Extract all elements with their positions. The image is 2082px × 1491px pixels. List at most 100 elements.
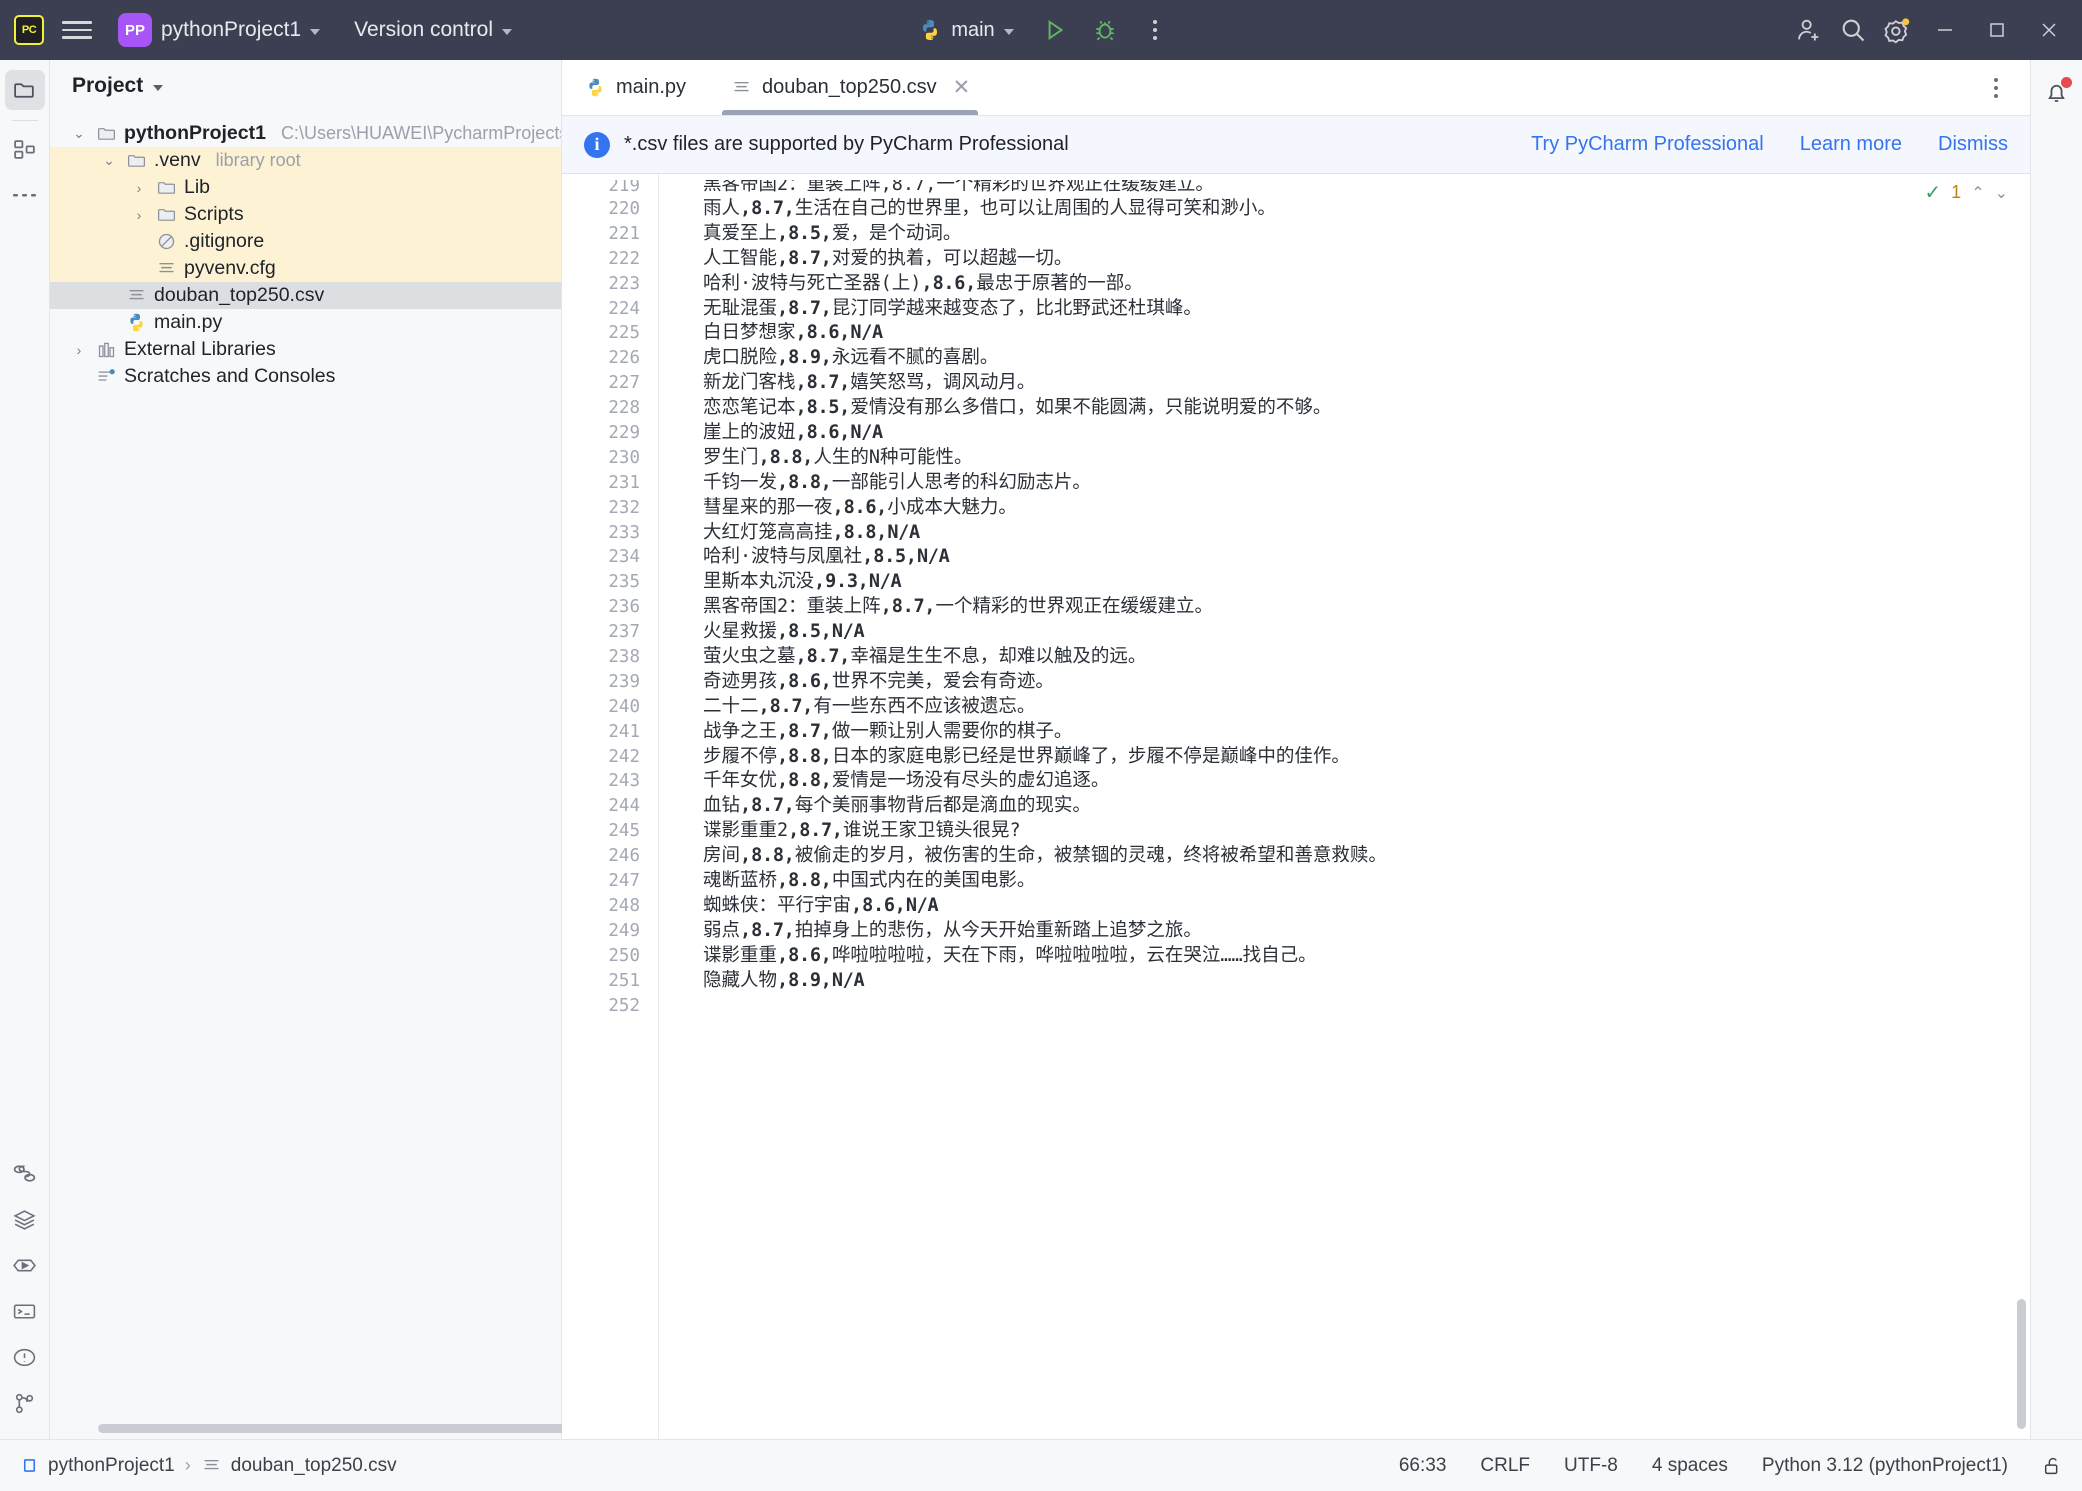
kebab-menu-icon[interactable] — [1978, 70, 2014, 106]
code-line[interactable]: 雨人,8.7,生活在自己的世界里，也可以让周围的人显得可笑和渺小。 — [703, 197, 2030, 222]
project-panel-header: Project — [50, 60, 561, 112]
structure-tool-icon[interactable] — [5, 129, 45, 169]
run-configuration-selector[interactable]: main — [908, 14, 1023, 46]
code-line[interactable]: 哈利·波特与凤凰社,8.5,N/A — [703, 545, 2030, 570]
code-line[interactable]: 房间,8.8,被偷走的岁月，被伤害的生命，被禁锢的灵魂，终将被希望和善意救赎。 — [703, 844, 2030, 869]
code-line[interactable]: 新龙门客栈,8.7,嬉笑怒骂，调风动月。 — [703, 371, 2030, 396]
code-line[interactable]: 血钻,8.7,每个美丽事物背后都是滴血的现实。 — [703, 794, 2030, 819]
code-line[interactable]: 谍影重重,8.6,哗啦啦啦啦，天在下雨，哗啦啦啦啦，云在哭泣……找自己。 — [703, 944, 2030, 969]
chevron-right-icon[interactable]: › — [130, 179, 148, 197]
services-icon[interactable] — [5, 1199, 45, 1239]
chevron-right-icon[interactable]: › — [70, 341, 88, 359]
code-line[interactable]: 大红灯笼高高挂,8.8,N/A — [703, 521, 2030, 546]
tree-item-scripts[interactable]: › Scripts — [50, 201, 561, 228]
breadcrumb-item-pythonproject1[interactable]: pythonProject1 — [18, 1455, 175, 1477]
csv-rating: 8.5 — [873, 546, 906, 568]
problems-icon[interactable] — [5, 1337, 45, 1377]
code-viewport[interactable]: 219 220 221 222 223 224 225 226 227 228 229 230 231 2… — [562, 174, 2030, 1439]
notifications-bell-icon[interactable] — [2037, 72, 2077, 112]
code-line[interactable]: 步履不停,8.8,日本的家庭电影已经是世界巅峰了，步履不停是巅峰中的佳作。 — [703, 745, 2030, 770]
tree-item-lib[interactable]: › Lib — [50, 174, 561, 201]
code-line[interactable]: 隐藏人物,8.9,N/A — [703, 969, 2030, 994]
code-line[interactable]: 恋恋笔记本,8.5,爱情没有那么多借口，如果不能圆满，只能说明爱的不够。 — [703, 396, 2030, 421]
tree-item-pyvenv-cfg[interactable]: pyvenv.cfg — [50, 255, 561, 282]
code-line[interactable] — [703, 994, 2030, 1019]
run-more-options-icon[interactable] — [1136, 11, 1174, 49]
project-panel-hscrollbar[interactable] — [98, 1424, 578, 1433]
file-encoding[interactable]: UTF-8 — [1564, 1455, 1618, 1477]
chevron-down-icon[interactable] — [153, 84, 164, 91]
left-tool-rail — [0, 60, 50, 1439]
csv-rating: 8.7 — [788, 720, 821, 742]
line-separator[interactable]: CRLF — [1480, 1455, 1530, 1477]
project-tool-icon[interactable] — [4, 70, 45, 110]
code-line[interactable]: 火星救援,8.5,N/A — [703, 620, 2030, 645]
code-line[interactable]: 萤火虫之墓,8.7,幸福是生生不息，却难以触及的远。 — [703, 645, 2030, 670]
tree-item-main-py[interactable]: main.py — [50, 309, 561, 336]
close-button[interactable] — [2026, 7, 2072, 53]
code-line[interactable]: 二十二,8.7,有一些东西不应该被遗忘。 — [703, 695, 2030, 720]
chevron-up-icon[interactable]: ⌃ — [1971, 183, 1984, 203]
chevron-down-icon[interactable]: ⌄ — [70, 125, 88, 143]
python-interpreter[interactable]: Python 3.12 (pythonProject1) — [1762, 1455, 2008, 1477]
project-selector[interactable]: PP pythonProject1 — [110, 8, 328, 52]
search-icon[interactable] — [1834, 11, 1872, 49]
version-control-menu[interactable]: Version control — [346, 13, 520, 47]
code-line[interactable]: 千钧一发,8.8,一部能引人思考的科幻励志片。 — [703, 471, 2030, 496]
hamburger-menu-icon[interactable] — [62, 19, 92, 41]
code-line[interactable]: 奇迹男孩,8.6,世界不完美，爱会有奇迹。 — [703, 670, 2030, 695]
unlocked-icon[interactable] — [2042, 1455, 2064, 1477]
caret-position[interactable]: 66:33 — [1399, 1455, 1447, 1477]
settings-gear-icon[interactable] — [1878, 11, 1916, 49]
project-tree[interactable]: ⌄ pythonProject1 C:\Users\HUAWEI\PycharmPr… — [50, 112, 561, 1439]
editor-tab-main-py[interactable]: main.py — [562, 60, 708, 115]
code-line[interactable]: 白日梦想家,8.6,N/A — [703, 321, 2030, 346]
notification-link-try-pycharm-professional[interactable]: Try PyCharm Professional — [1531, 133, 1764, 156]
code-line[interactable]: 谍影重重2,8.7,谁说王家卫镜头很晃? — [703, 819, 2030, 844]
tree-item-pythonproject1[interactable]: ⌄ pythonProject1 C:\Users\HUAWEI\PycharmPr… — [50, 120, 561, 147]
editor-vertical-scrollbar[interactable] — [2017, 1299, 2026, 1429]
minimize-button[interactable] — [1922, 7, 1968, 53]
chevron-right-icon[interactable]: › — [130, 206, 148, 224]
notification-link-learn-more[interactable]: Learn more — [1800, 133, 1902, 156]
chevron-down-icon[interactable]: ⌄ — [1995, 183, 2008, 203]
tree-item--venv[interactable]: ⌄ .venv library root — [50, 147, 561, 174]
tree-item-scratches-and-consoles[interactable]: Scratches and Consoles — [50, 363, 561, 390]
terminal-icon[interactable] — [5, 1291, 45, 1331]
code-line[interactable]: 里斯本丸沉没,9.3,N/A — [703, 570, 2030, 595]
code-line[interactable]: 人工智能,8.7,对爱的执着，可以超越一切。 — [703, 247, 2030, 272]
tree-item--gitignore[interactable]: .gitignore — [50, 228, 561, 255]
version-control-icon[interactable] — [5, 1383, 45, 1423]
code-line[interactable]: 黑客帝国2：重装上阵,8.7,一个精彩的世界观正在缓缓建立。 — [703, 595, 2030, 620]
tree-item-douban-top250-csv[interactable]: douban_top250.csv — [50, 282, 561, 309]
code-line[interactable]: 千年女优,8.8,爱情是一场没有尽头的虚幻追逐。 — [703, 769, 2030, 794]
code-line[interactable]: 无耻混蛋,8.7,昆汀同学越来越变态了，比北野武还杜琪峰。 — [703, 297, 2030, 322]
title-bar: PC PP pythonProject1 Version control mai… — [0, 0, 2082, 60]
debug-button[interactable] — [1086, 11, 1124, 49]
code-line[interactable]: 彗星来的那一夜,8.6,小成本大魅力。 — [703, 496, 2030, 521]
code-line[interactable]: 真爱至上,8.5,爱，是个动词。 — [703, 222, 2030, 247]
code-line[interactable]: 蜘蛛侠：平行宇宙,8.6,N/A — [703, 894, 2030, 919]
run-button[interactable] — [1036, 11, 1074, 49]
code-line[interactable]: 崖上的波妞,8.6,N/A — [703, 421, 2030, 446]
code-content[interactable]: 黑客帝国2：重装上阵,8.7,一个精彩的世界观正在缓缓建立。 雨人,8.7,生活在… — [659, 174, 2030, 1439]
code-line[interactable]: 魂断蓝桥,8.8,中国式内在的美国电影。 — [703, 869, 2030, 894]
editor-tab-douban-top250-csv[interactable]: douban_top250.csv ✕ — [708, 60, 992, 115]
close-tab-icon[interactable]: ✕ — [953, 75, 971, 100]
code-line[interactable]: 虎口脱险,8.9,永远看不腻的喜剧。 — [703, 346, 2030, 371]
maximize-button[interactable] — [1974, 7, 2020, 53]
code-line[interactable]: 弱点,8.7,拍掉身上的悲伤，从今天开始重新踏上追梦之旅。 — [703, 919, 2030, 944]
indent-setting[interactable]: 4 spaces — [1652, 1455, 1728, 1477]
run-tool-icon[interactable] — [5, 1245, 45, 1285]
code-line[interactable]: 战争之王,8.7,做一颗让别人需要你的棋子。 — [703, 720, 2030, 745]
add-user-icon[interactable] — [1790, 11, 1828, 49]
code-line[interactable]: 罗生门,8.8,人生的N种可能性。 — [703, 446, 2030, 471]
inspection-widget[interactable]: ✓ 1 ⌃ ⌄ — [1924, 180, 2008, 205]
python-console-icon[interactable] — [5, 1153, 45, 1193]
chevron-down-icon[interactable]: ⌄ — [100, 152, 118, 170]
breadcrumb-item-douban-top250-csv[interactable]: douban_top250.csv — [201, 1455, 397, 1477]
code-line[interactable]: 哈利·波特与死亡圣器(上),8.6,最忠于原著的一部。 — [703, 272, 2030, 297]
more-tools-icon[interactable] — [5, 175, 45, 215]
notification-link-dismiss[interactable]: Dismiss — [1938, 133, 2008, 156]
tree-item-external-libraries[interactable]: › External Libraries — [50, 336, 561, 363]
